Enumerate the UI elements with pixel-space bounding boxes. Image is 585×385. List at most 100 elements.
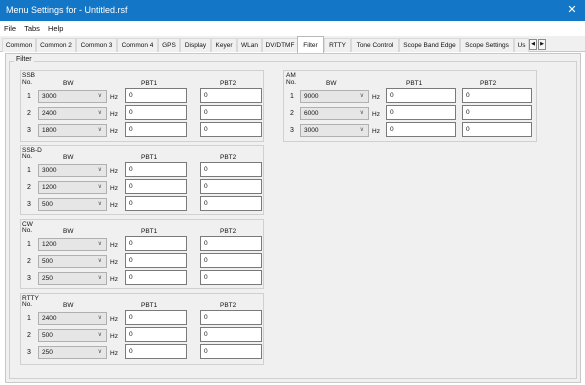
tab-scroll-right-icon[interactable]: ▶	[538, 39, 546, 50]
cw-row-1-pbt1-field[interactable]: 0	[125, 236, 187, 251]
ssb-row-3-pbt2-field[interactable]: 0	[200, 122, 262, 137]
am-row-2-bw-value: 6000	[304, 110, 319, 117]
rtty-col-pbt1: PBT1	[141, 302, 158, 309]
ssb-group-title: SSB	[22, 72, 36, 79]
tab-common-4[interactable]: Common 4	[117, 38, 158, 52]
cw-row-3-hz: Hz	[110, 276, 118, 283]
tab-scope-settings[interactable]: Scope Settings	[460, 38, 514, 52]
am-row-2-hz: Hz	[372, 111, 380, 118]
rtty-row-2-pbt1-field[interactable]: 0	[125, 327, 187, 342]
chevron-down-icon: ∨	[359, 93, 364, 99]
ssb-d-row-1-pbt1-field[interactable]: 0	[125, 162, 187, 177]
ssb-d-row-1-pbt2-field[interactable]: 0	[200, 162, 262, 177]
ssb-row-1-pbt2-field[interactable]: 0	[200, 88, 262, 103]
am-row-2-pbt1-field[interactable]: 0	[386, 105, 456, 120]
ssb-row-1-pbt1-field[interactable]: 0	[125, 88, 187, 103]
rtty-row-1-bw-select[interactable]: 2400 ∨	[38, 312, 107, 325]
ssb-row-3-pbt1-field[interactable]: 0	[125, 122, 187, 137]
ssb-row-2-pbt2-field[interactable]: 0	[200, 105, 262, 120]
ssb-row-2-bw-select[interactable]: 2400 ∨	[38, 107, 107, 120]
cw-row-2-pbt1-field[interactable]: 0	[125, 253, 187, 268]
tab-display[interactable]: Display	[180, 38, 211, 52]
am-row-2-bw-select[interactable]: 6000 ∨	[300, 107, 369, 120]
ssb-d-row-3-pbt2-field[interactable]: 0	[200, 196, 262, 211]
rtty-row-2-no: 2	[27, 332, 31, 339]
ssb-col-no: No.	[22, 79, 33, 86]
rtty-row-1-pbt1-field[interactable]: 0	[125, 310, 187, 325]
ssb-d-row-1-bw-select[interactable]: 3000 ∨	[38, 164, 107, 177]
rtty-row-2-bw-select[interactable]: 500 ∨	[38, 329, 107, 342]
rtty-row-2-pbt2-field[interactable]: 0	[200, 327, 262, 342]
tab-dv-dtmf[interactable]: DV/DTMF	[262, 38, 298, 52]
cw-row-3-pbt1-field[interactable]: 0	[125, 270, 187, 285]
rtty-row-1-pbt2-field[interactable]: 0	[200, 310, 262, 325]
cw-row-2-bw-select[interactable]: 500 ∨	[38, 255, 107, 268]
ssb-d-col-no: No.	[22, 153, 33, 160]
ssb-d-row-2-pbt1-field[interactable]: 0	[125, 179, 187, 194]
chevron-down-icon: ∨	[97, 110, 102, 116]
tab-keyer[interactable]: Keyer	[211, 38, 237, 52]
tab-tone-control[interactable]: Tone Control	[351, 38, 399, 52]
window-titlebar: Menu Settings for - Untitled.rsf ✕	[0, 0, 585, 21]
cw-row-3-pbt2-field[interactable]: 0	[200, 270, 262, 285]
ssb-row-2-pbt1-field[interactable]: 0	[125, 105, 187, 120]
am-row-3-pbt1-field[interactable]: 0	[386, 122, 456, 137]
ssb-row-1-bw-select[interactable]: 3000 ∨	[38, 90, 107, 103]
tab-rtty[interactable]: RTTY	[324, 38, 351, 52]
ssb-d-col-pbt1: PBT1	[141, 154, 158, 161]
ssb-row-3-bw-select[interactable]: 1800 ∨	[38, 124, 107, 137]
cw-row-3-bw-value: 250	[42, 275, 53, 282]
cw-row-1-bw-select[interactable]: 1200 ∨	[38, 238, 107, 251]
ssb-row-2-no: 2	[27, 110, 31, 117]
cw-row-3-bw-select[interactable]: 250 ∨	[38, 272, 107, 285]
am-row-3-hz: Hz	[372, 128, 380, 135]
am-row-2-pbt2-field[interactable]: 0	[462, 105, 532, 120]
menu-help[interactable]: Help	[48, 24, 63, 33]
tab-common-2[interactable]: Common 2	[36, 38, 76, 52]
tab-wlan[interactable]: WLan	[237, 38, 262, 52]
menu-file[interactable]: File	[4, 24, 16, 33]
tab-common-3[interactable]: Common 3	[76, 38, 117, 52]
am-row-3-bw-select[interactable]: 3000 ∨	[300, 124, 369, 137]
ssb-d-row-3-no: 3	[27, 201, 31, 208]
rtty-row-2-hz: Hz	[110, 333, 118, 340]
ssb-col-bw: BW	[63, 80, 74, 87]
tab-filter[interactable]: Filter	[297, 36, 324, 53]
ssb-d-row-1-bw-value: 3000	[42, 167, 57, 174]
cw-col-pbt2: PBT2	[220, 228, 237, 235]
tab-scroll-left-icon[interactable]: ◀	[529, 39, 537, 50]
am-row-1-pbt2-field[interactable]: 0	[462, 88, 532, 103]
am-col-no: No.	[286, 79, 297, 86]
rtty-row-3-bw-select[interactable]: 250 ∨	[38, 346, 107, 359]
rtty-row-3-pbt2-field[interactable]: 0	[200, 344, 262, 359]
rtty-row-3-pbt1-field[interactable]: 0	[125, 344, 187, 359]
cw-row-2-pbt2-field[interactable]: 0	[200, 253, 262, 268]
am-row-1-no: 1	[290, 93, 294, 100]
cw-col-bw: BW	[63, 228, 74, 235]
ssb-d-row-2-pbt2-field[interactable]: 0	[200, 179, 262, 194]
ssb-d-row-3-pbt1-field[interactable]: 0	[125, 196, 187, 211]
ssb-d-row-2-bw-select[interactable]: 1200 ∨	[38, 181, 107, 194]
am-row-3-bw-value: 3000	[304, 127, 319, 134]
rtty-row-2-bw-value: 500	[42, 332, 53, 339]
cw-row-1-bw-value: 1200	[42, 241, 57, 248]
tab-gps[interactable]: GPS	[158, 38, 180, 52]
chevron-down-icon: ∨	[359, 127, 364, 133]
menu-tabs[interactable]: Tabs	[24, 24, 40, 33]
cw-row-1-pbt2-field[interactable]: 0	[200, 236, 262, 251]
chevron-down-icon: ∨	[97, 315, 102, 321]
ssb-d-row-1-no: 1	[27, 167, 31, 174]
chevron-down-icon: ∨	[97, 93, 102, 99]
ssb-row-1-bw-value: 3000	[42, 93, 57, 100]
chevron-down-icon: ∨	[97, 275, 102, 281]
tab-scope-band-edge[interactable]: Scope Band Edge	[399, 38, 460, 52]
tab-strip: Common Common 2 Common 3 Common 4 GPS Di…	[0, 36, 585, 53]
ssb-d-row-3-bw-select[interactable]: 500 ∨	[38, 198, 107, 211]
tab-common[interactable]: Common	[2, 38, 36, 52]
am-row-2-no: 2	[290, 110, 294, 117]
am-row-3-pbt2-field[interactable]: 0	[462, 122, 532, 137]
close-icon[interactable]: ✕	[565, 0, 579, 21]
am-row-1-bw-select[interactable]: 9000 ∨	[300, 90, 369, 103]
tab-us[interactable]: Us	[514, 38, 529, 52]
am-row-1-pbt1-field[interactable]: 0	[386, 88, 456, 103]
